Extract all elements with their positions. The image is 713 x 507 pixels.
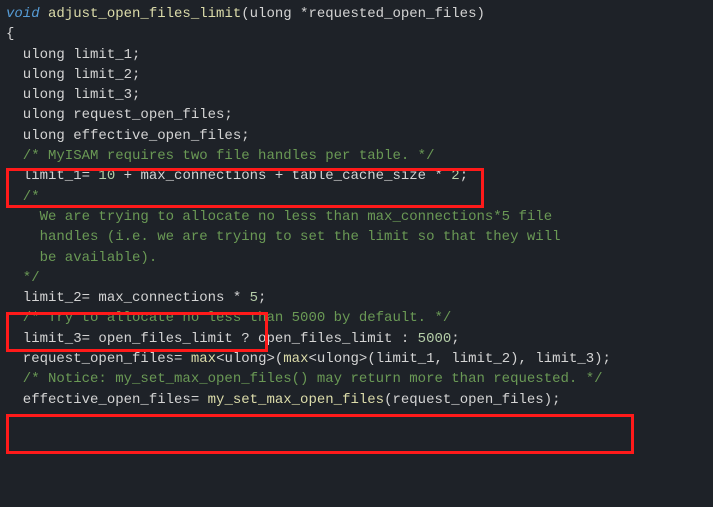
- code-block: void adjust_open_files_limit(ulong *requ…: [0, 0, 713, 414]
- comment-line: */: [2, 268, 711, 288]
- assign-left: request_open_files=: [6, 351, 191, 367]
- comment-line: /* MyISAM requires two file handles per …: [2, 146, 711, 166]
- template-arg: <ulong>: [216, 351, 275, 367]
- code-line: limit_1= 10 + max_connections + table_ca…: [2, 166, 711, 186]
- code-line: request_open_files= max<ulong>(max<ulong…: [2, 349, 711, 369]
- code-line: ulong request_open_files;: [2, 105, 711, 125]
- comment-line: /* Try to allocate no less than 5000 by …: [2, 308, 711, 328]
- code-line: ulong limit_3;: [2, 85, 711, 105]
- code-line: limit_2= max_connections * 5;: [2, 288, 711, 308]
- function-call: max: [191, 351, 216, 367]
- code-line: limit_3= open_files_limit ? open_files_l…: [2, 329, 711, 349]
- code-line: ulong limit_2;: [2, 65, 711, 85]
- code-line: void adjust_open_files_limit(ulong *requ…: [2, 4, 711, 24]
- comment-line: /* Notice: my_set_max_open_files() may r…: [2, 369, 711, 389]
- function-call: my_set_max_open_files: [208, 392, 384, 408]
- number-literal: 2: [451, 168, 459, 184]
- template-arg: <ulong>: [309, 351, 368, 367]
- args-rest: (limit_1, limit_2), limit_3);: [367, 351, 611, 367]
- signature-params: (ulong *requested_open_files): [241, 6, 485, 22]
- keyword-void: void: [6, 6, 40, 22]
- function-name: adjust_open_files_limit: [40, 6, 242, 22]
- comment-line: /*: [2, 187, 711, 207]
- code-line: ulong effective_open_files;: [2, 126, 711, 146]
- code-line: effective_open_files= my_set_max_open_fi…: [2, 390, 711, 410]
- highlight-box: [6, 414, 634, 454]
- number-literal: 5000: [418, 331, 452, 347]
- function-call: max: [283, 351, 308, 367]
- comment-line: be available).: [2, 248, 711, 268]
- comment-line: handles (i.e. we are trying to set the l…: [2, 227, 711, 247]
- code-line: ulong limit_1;: [2, 45, 711, 65]
- args-rest: (request_open_files);: [384, 392, 560, 408]
- number-literal: 10: [98, 168, 115, 184]
- assign-left: effective_open_files=: [6, 392, 208, 408]
- code-line: {: [2, 24, 711, 44]
- comment-line: We are trying to allocate no less than m…: [2, 207, 711, 227]
- number-literal: 5: [250, 290, 258, 306]
